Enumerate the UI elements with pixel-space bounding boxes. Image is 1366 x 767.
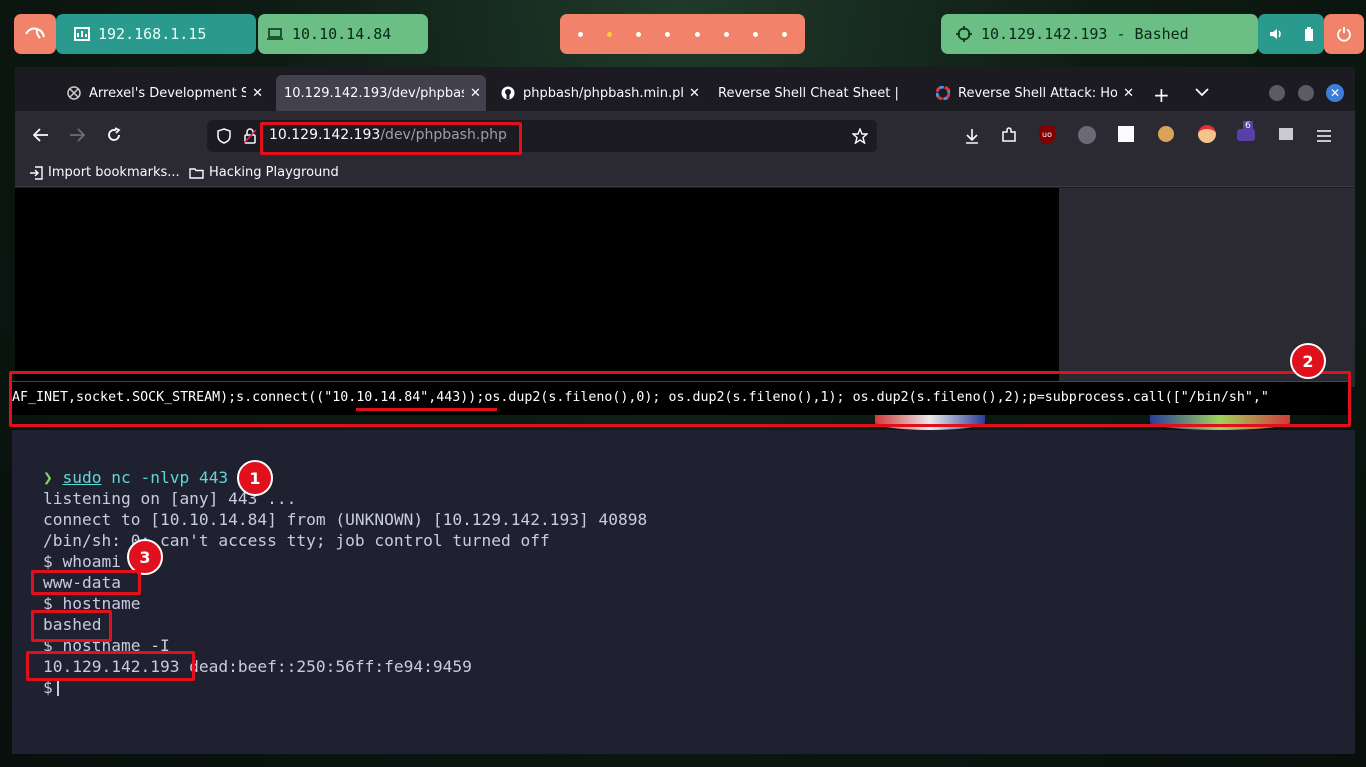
cmd-sudo: sudo — [62, 468, 102, 487]
new-tab-icon[interactable]: + — [1153, 83, 1170, 107]
tab-title: phpbash/phpbash.min.ph — [523, 85, 683, 101]
bookmark-label: Import bookmarks... — [48, 165, 180, 180]
folder-icon — [189, 167, 204, 179]
ublock-icon[interactable]: uo — [1039, 126, 1055, 144]
workspace-dot-1[interactable] — [578, 31, 584, 37]
addon-icon[interactable] — [1198, 125, 1216, 143]
vpn-ip-text: 10.10.14.84 — [292, 25, 392, 43]
hamburger-menu-icon[interactable] — [1317, 130, 1331, 142]
cookie-icon[interactable] — [1158, 126, 1174, 142]
volume-icon[interactable] — [1269, 27, 1283, 41]
workspace-switcher[interactable] — [560, 14, 805, 54]
github-icon — [501, 86, 515, 100]
bookmarks-toolbar: Import bookmarks... Hacking Playground — [15, 161, 1355, 187]
tab-close-icon[interactable]: ✕ — [252, 86, 263, 101]
workspace-dot-8[interactable] — [781, 31, 787, 37]
terminal-output-line: /bin/sh: 0: can't access tty; job contro… — [43, 531, 550, 550]
tab-title: Reverse Shell Cheat Sheet | p — [718, 85, 900, 101]
workspace-dot-4[interactable] — [665, 31, 671, 37]
tab-title: Arrexel's Development Sit — [89, 85, 247, 101]
local-ip-widget: 192.168.1.15 — [56, 14, 256, 54]
site-icon — [67, 86, 81, 100]
highlight-url — [260, 122, 522, 155]
highlight-hostname — [31, 610, 112, 642]
power-button[interactable] — [1324, 14, 1364, 54]
network-icon — [74, 27, 90, 41]
annotation-badge-1: 1 — [237, 460, 273, 496]
cmd-args: nc -nlvp 443 — [111, 468, 229, 487]
incognito-icon[interactable] — [1078, 126, 1096, 144]
minimize-button[interactable] — [1269, 85, 1285, 101]
kali-menu-button[interactable] — [14, 14, 56, 54]
tab-close-icon[interactable]: ✕ — [470, 86, 481, 101]
bookmark-hacking-playground[interactable]: Hacking Playground — [189, 165, 339, 180]
highlight-command — [9, 371, 1351, 427]
target-widget: 10.129.142.193 - Bashed — [941, 14, 1258, 54]
tab-arrexel[interactable]: Arrexel's Development Sit ✕ — [67, 75, 263, 111]
battery-icon — [1304, 26, 1313, 41]
terminal-output-line: $ whoami — [43, 552, 121, 571]
target-text: 10.129.142.193 - Bashed — [981, 25, 1189, 43]
highlight-ip — [26, 651, 195, 681]
shield-icon[interactable] — [217, 128, 231, 144]
extensions-puzzle-icon[interactable] — [1001, 127, 1017, 143]
bookmark-star-icon[interactable] — [852, 128, 868, 144]
power-icon — [1337, 27, 1351, 42]
crosshair-icon — [956, 26, 972, 42]
tab-phpbash[interactable]: 10.129.142.193/dev/phpbash ✕ — [276, 75, 486, 111]
local-ip-text: 192.168.1.15 — [98, 25, 207, 43]
tab-github[interactable]: phpbash/phpbash.min.ph ✕ — [501, 75, 701, 111]
kali-dragon-icon — [25, 27, 45, 39]
back-arrow-icon[interactable] — [33, 128, 49, 142]
tab-list-chevron-icon[interactable] — [1195, 88, 1209, 97]
bookmark-label: Hacking Playground — [209, 165, 339, 180]
system-tray — [1258, 14, 1324, 54]
insecure-lock-icon[interactable] — [243, 128, 257, 144]
tab-close-icon[interactable]: ✕ — [1123, 86, 1134, 101]
badge-count: 6 — [1243, 121, 1253, 131]
workspace-dot-3[interactable] — [636, 31, 642, 37]
tab-title: 10.129.142.193/dev/phpbash — [284, 85, 464, 101]
vpn-ip-widget: 10.10.14.84 — [258, 14, 428, 54]
laptop-icon — [267, 28, 283, 40]
navigation-bar: 10.129.142.193/dev/phpbash.php uo 6 — [15, 111, 1355, 161]
browser-window: Arrexel's Development Sit ✕ 10.129.142.1… — [15, 67, 1355, 387]
workspace-dot-5[interactable] — [694, 31, 700, 37]
phpbash-output — [15, 188, 1059, 387]
tab-title: Reverse Shell Attack: How — [958, 85, 1118, 101]
terminal-window[interactable]: ❯ sudo nc -nlvp 443 listening on [any] 4… — [12, 430, 1355, 754]
workspace-dot-7[interactable] — [752, 31, 758, 37]
colorful-icon — [936, 86, 950, 100]
container-icon[interactable] — [1279, 128, 1293, 140]
tab-close-icon[interactable]: ✕ — [689, 86, 700, 101]
forward-arrow-icon[interactable] — [69, 128, 85, 142]
workspace-dot-6[interactable] — [723, 31, 729, 37]
workspace-dot-2[interactable] — [607, 31, 613, 37]
maximize-button[interactable] — [1298, 85, 1314, 101]
bookmark-import[interactable]: Import bookmarks... — [29, 165, 180, 180]
tab-reverse-shell-attack[interactable]: Reverse Shell Attack: How ✕ — [936, 75, 1134, 111]
prompt-arrow: ❯ — [43, 468, 53, 487]
qr-code-icon[interactable] — [1118, 126, 1134, 142]
terminal-output-line: connect to [10.10.14.84] from (UNKNOWN) … — [43, 510, 648, 529]
highlight-whoami — [31, 570, 141, 595]
reload-icon[interactable] — [106, 127, 122, 143]
tab-bar: Arrexel's Development Sit ✕ 10.129.142.1… — [15, 67, 1355, 111]
page-content — [15, 188, 1355, 387]
underline-ip-port — [356, 408, 497, 411]
terminal-command-line: ❯ sudo nc -nlvp 443 — [43, 468, 228, 487]
import-icon — [30, 165, 43, 180]
tab-cheatsheet[interactable]: Reverse Shell Cheat Sheet | p — [718, 75, 916, 111]
annotation-badge-2: 2 — [1290, 343, 1326, 379]
close-window-button[interactable]: ✕ — [1326, 84, 1344, 102]
downloads-icon[interactable] — [965, 128, 979, 144]
